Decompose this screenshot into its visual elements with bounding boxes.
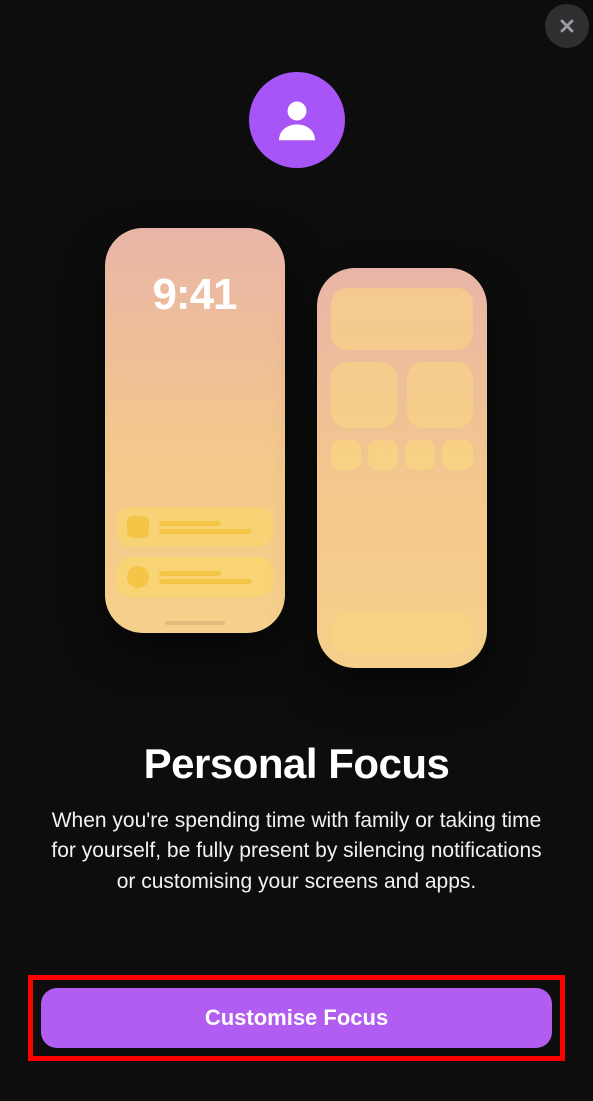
illustration-widget [331, 288, 473, 350]
page-description: When you're spending time with family or… [40, 806, 553, 897]
customise-focus-button[interactable]: Customise Focus [41, 988, 552, 1048]
person-icon [270, 93, 324, 147]
page-title: Personal Focus [144, 740, 450, 788]
illustration-phones: 9:41 [97, 228, 497, 698]
illustration-clock: 9:41 [105, 270, 285, 320]
illustration-contact-icon [127, 566, 149, 588]
illustration-notification [117, 557, 273, 597]
close-button[interactable] [545, 4, 589, 48]
illustration-dock [331, 612, 473, 654]
illustration-widget [331, 362, 397, 428]
illustration-notification [117, 507, 273, 547]
main-content: 9:41 [0, 0, 593, 897]
illustration-home-indicator [165, 621, 225, 625]
illustration-app-icon [127, 516, 149, 538]
illustration-app-icon [442, 440, 472, 470]
illustration-lock-screen: 9:41 [105, 228, 285, 633]
focus-avatar [249, 72, 345, 168]
illustration-home-screen [317, 268, 487, 668]
illustration-app-icon [331, 440, 361, 470]
cta-highlight-box: Customise Focus [28, 975, 565, 1061]
illustration-notifications [117, 507, 273, 607]
illustration-widget [407, 362, 473, 428]
illustration-app-icon [405, 440, 435, 470]
illustration-text-lines [159, 518, 263, 537]
illustration-text-lines [159, 568, 263, 587]
close-icon [557, 16, 577, 36]
illustration-app-icon [368, 440, 398, 470]
